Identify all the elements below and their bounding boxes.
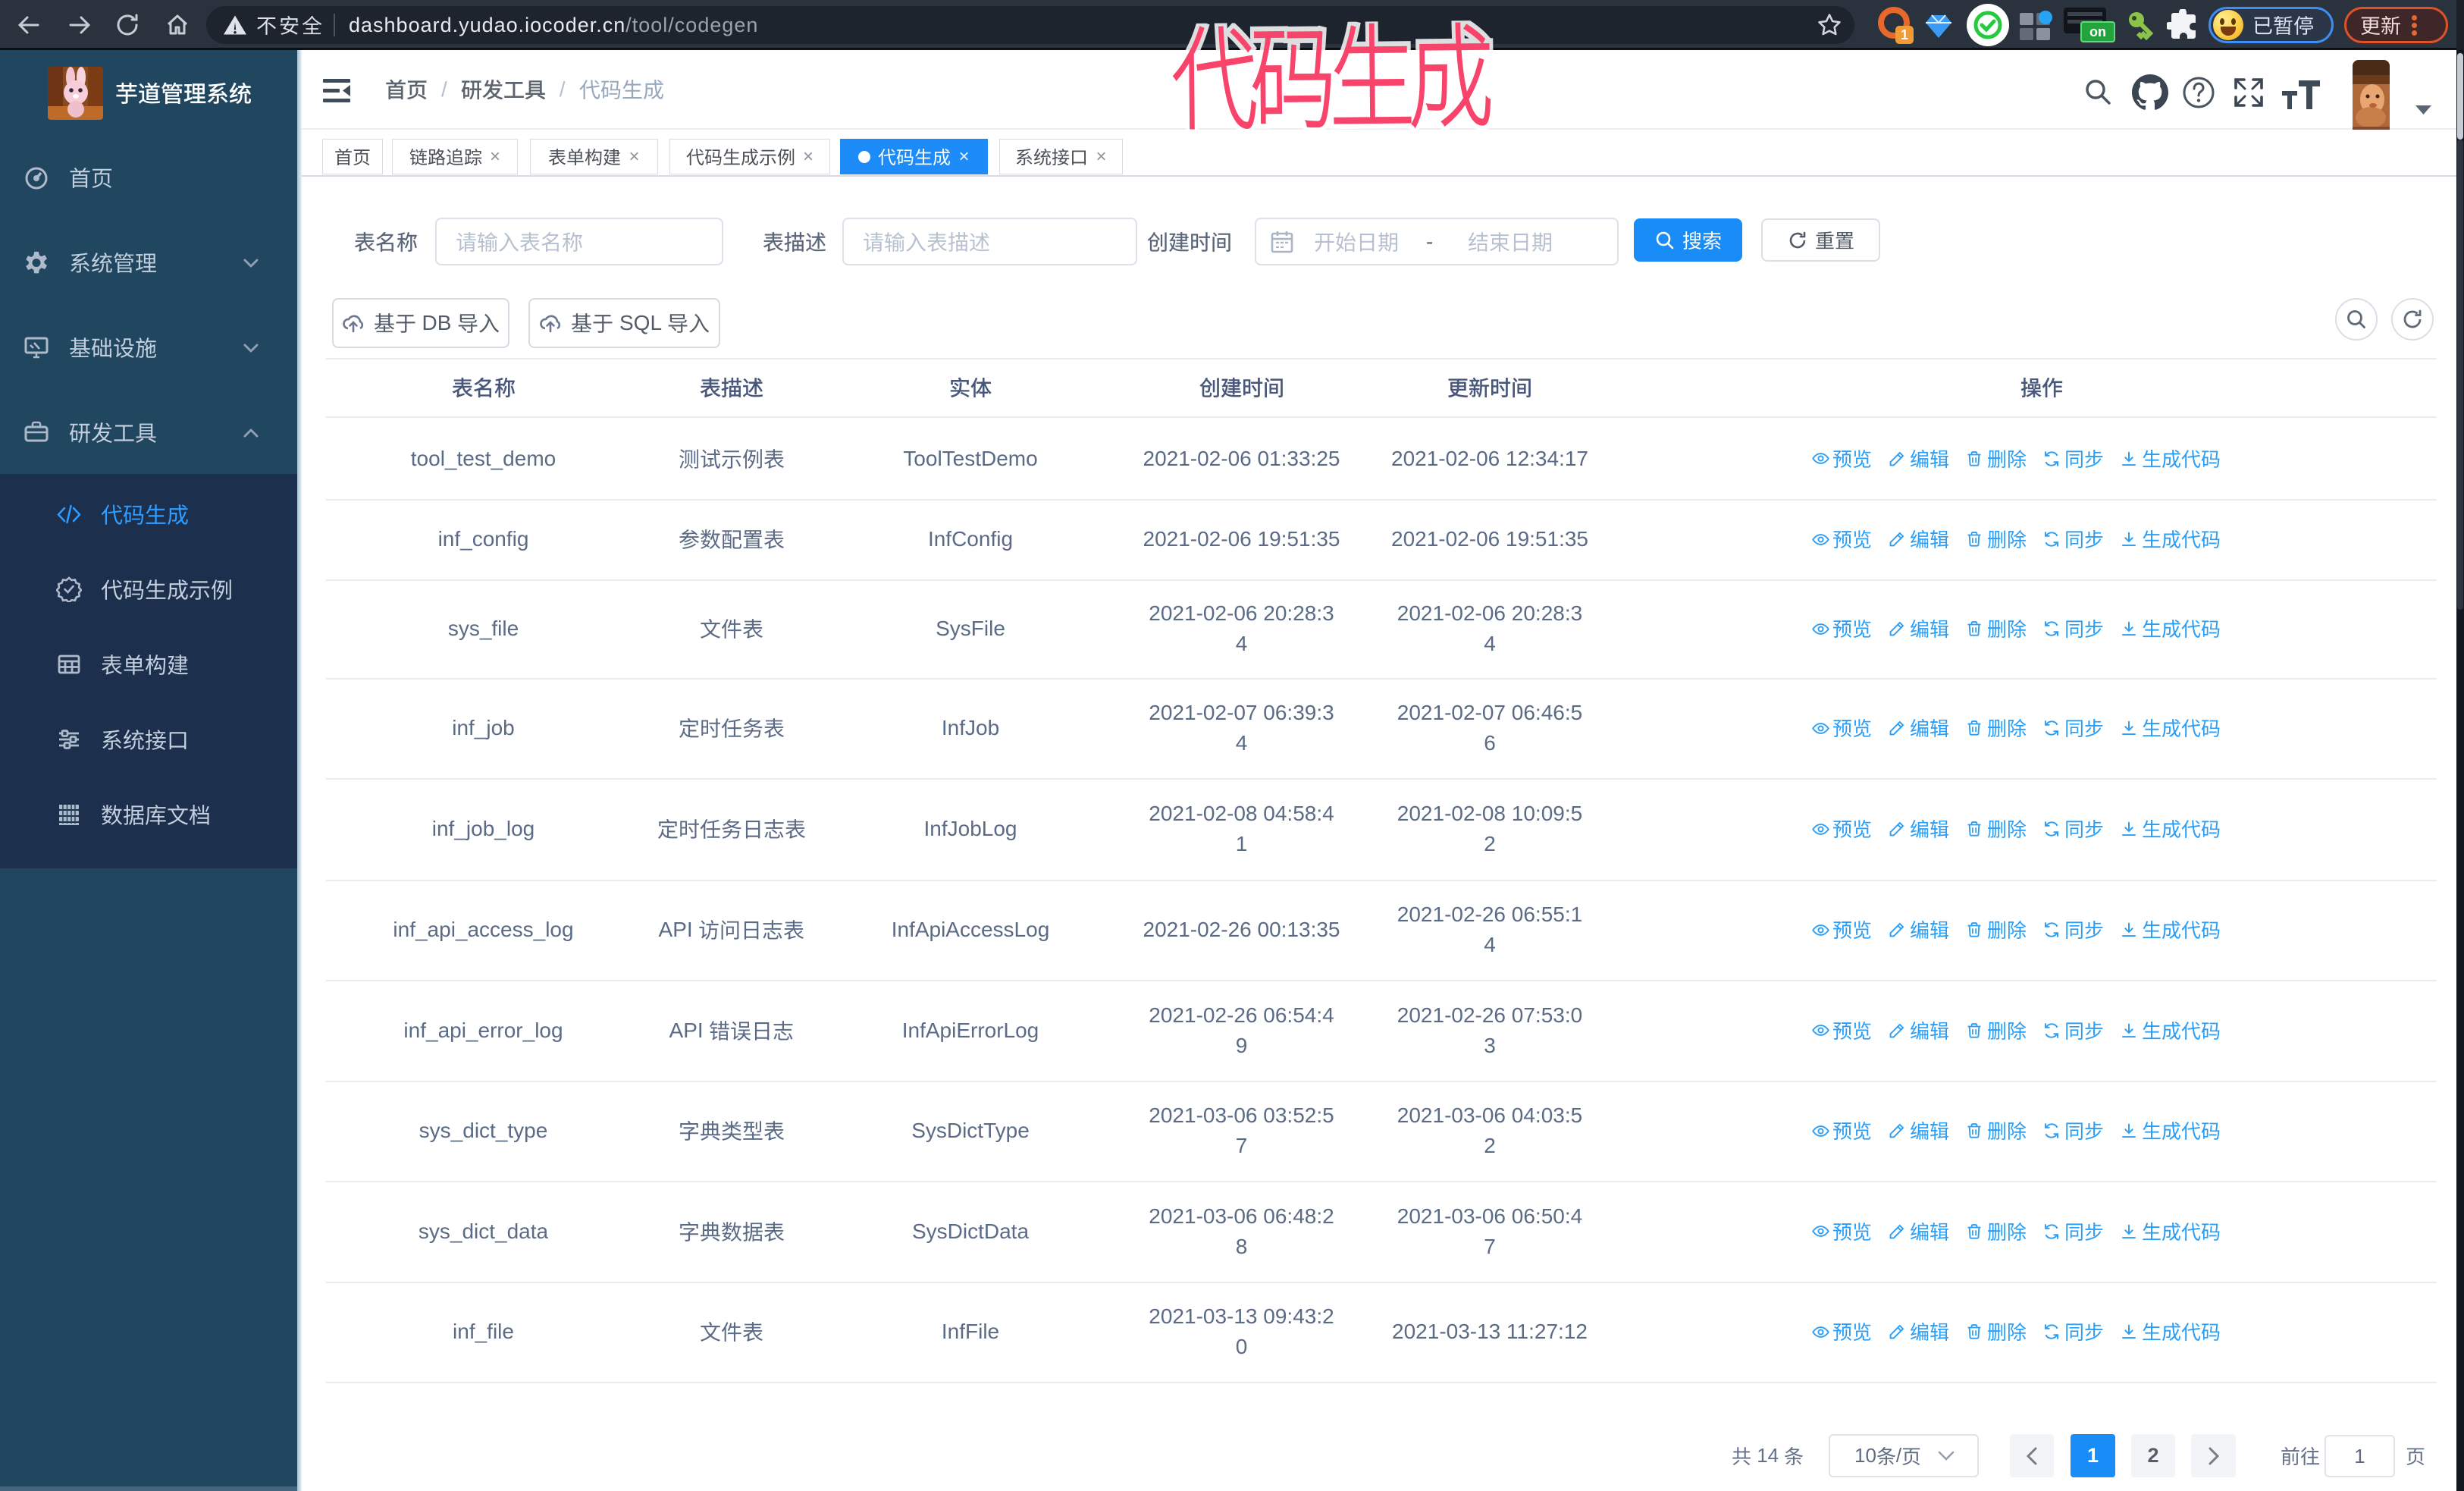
svg-text:1: 1 [1901, 27, 1908, 42]
